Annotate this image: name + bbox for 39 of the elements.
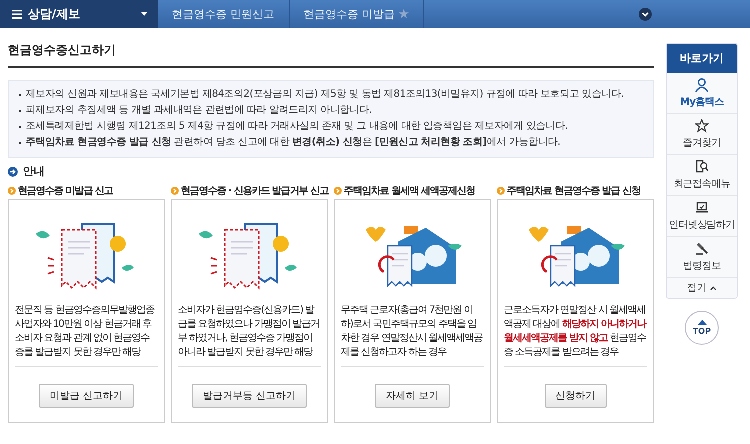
bullet-icon bbox=[171, 186, 179, 194]
document-search-icon bbox=[695, 160, 709, 174]
caret-up-icon bbox=[698, 320, 706, 325]
card-button[interactable]: 미발급 신고하기 bbox=[38, 384, 134, 408]
card-button[interactable]: 발급거부등 신고하기 bbox=[192, 384, 308, 408]
card-description: 무주택 근로자(총급여 7천만원 이하)로서 국민주택규모의 주택을 임차한 경우 연말정산시 월세액세액공제를 신청하고자 하는 경우 bbox=[341, 304, 484, 360]
star-icon bbox=[695, 118, 709, 132]
laptop-icon bbox=[695, 200, 709, 214]
notice-text: 조세특례제한법 시행령 제121조의 5 제4항 규정에 따라 거래사실의 존재 및 그 내용에 대한 입증책임은 제보자에게 있습니다. bbox=[26, 120, 568, 134]
bullet-icon bbox=[334, 186, 342, 194]
card-description: 전문직 등 현금영수증의무발행업종 사업자와 10만원 이상 현금거래 후 소비자 요청과 관계 없이 현금영수증를 발급받지 못한 경우만 해당 bbox=[15, 304, 156, 360]
person-icon bbox=[695, 78, 709, 92]
menu-icon bbox=[12, 10, 22, 18]
menu-label: 상담/제보 bbox=[28, 6, 82, 22]
card-title: 주택임차료 월세액 세액공제신청 bbox=[344, 184, 475, 198]
notice-text: 주택임차료 현금영수증 발급 신청 관련하여 당초 신고에 대한 변경(취소) 신청은 [민원신고 처리현황 조회]에서 가능합니다. bbox=[26, 136, 561, 150]
caret-icon bbox=[141, 12, 148, 16]
chevron-up-icon bbox=[710, 286, 717, 290]
bullet-icon bbox=[8, 186, 16, 194]
notice-text: 제보자의 신원과 제보내용은 국세기본법 제84조의2(포상금의 지급) 제5항 및 동법 제81조의13(비밀유지) 규정에 따라 보호되고 있습니다. bbox=[26, 88, 624, 102]
card-description: 소비자가 현금영수증(신용카드) 발급를 요청하였으나 가맹점이 발급거부 하였거나, 현금영수증 가맹점이 아니라 발급받지 못한 경우만 해당 bbox=[178, 304, 321, 360]
page-title: 현금영수증신고하기 bbox=[8, 28, 654, 68]
chevron-down-icon[interactable] bbox=[639, 8, 652, 20]
breadcrumb-link[interactable]: 현금영수증 민원신고 bbox=[158, 0, 290, 28]
card-button[interactable]: 신청하기 bbox=[544, 384, 606, 408]
gavel-icon bbox=[695, 242, 709, 256]
arrow-right-icon bbox=[8, 166, 18, 176]
menu-dropdown[interactable]: 상담/제보 bbox=[0, 0, 158, 28]
card-title: 현금영수증 미발급 신고 bbox=[18, 184, 113, 198]
panel-title: 바로가기 bbox=[667, 44, 737, 73]
back-to-top-button[interactable]: TOP bbox=[685, 311, 719, 345]
breadcrumb-link[interactable]: 현금영수증 미발급 bbox=[290, 0, 424, 28]
card-description: 근로소득자가 연말정산 시 월세액세액공제 대상에 해당하지 아니하거나 월세세액공제를 받지 않고 현금영수증 소득공제를 받으려는 경우 bbox=[504, 304, 647, 360]
bullet-icon bbox=[497, 186, 505, 194]
card-button[interactable]: 자세히 보기 bbox=[374, 384, 450, 408]
section-title: 안내 bbox=[23, 164, 45, 179]
card-title: 현금영수증 · 신용카드 발급거부 신고 bbox=[181, 184, 329, 198]
notice-text: 피제보자의 추징세액 등 개별 과세내역은 관련법에 따라 알려드리지 아니합니다. bbox=[26, 104, 372, 118]
card-title: 주택임차료 현금영수증 발급 신청 bbox=[507, 184, 640, 198]
